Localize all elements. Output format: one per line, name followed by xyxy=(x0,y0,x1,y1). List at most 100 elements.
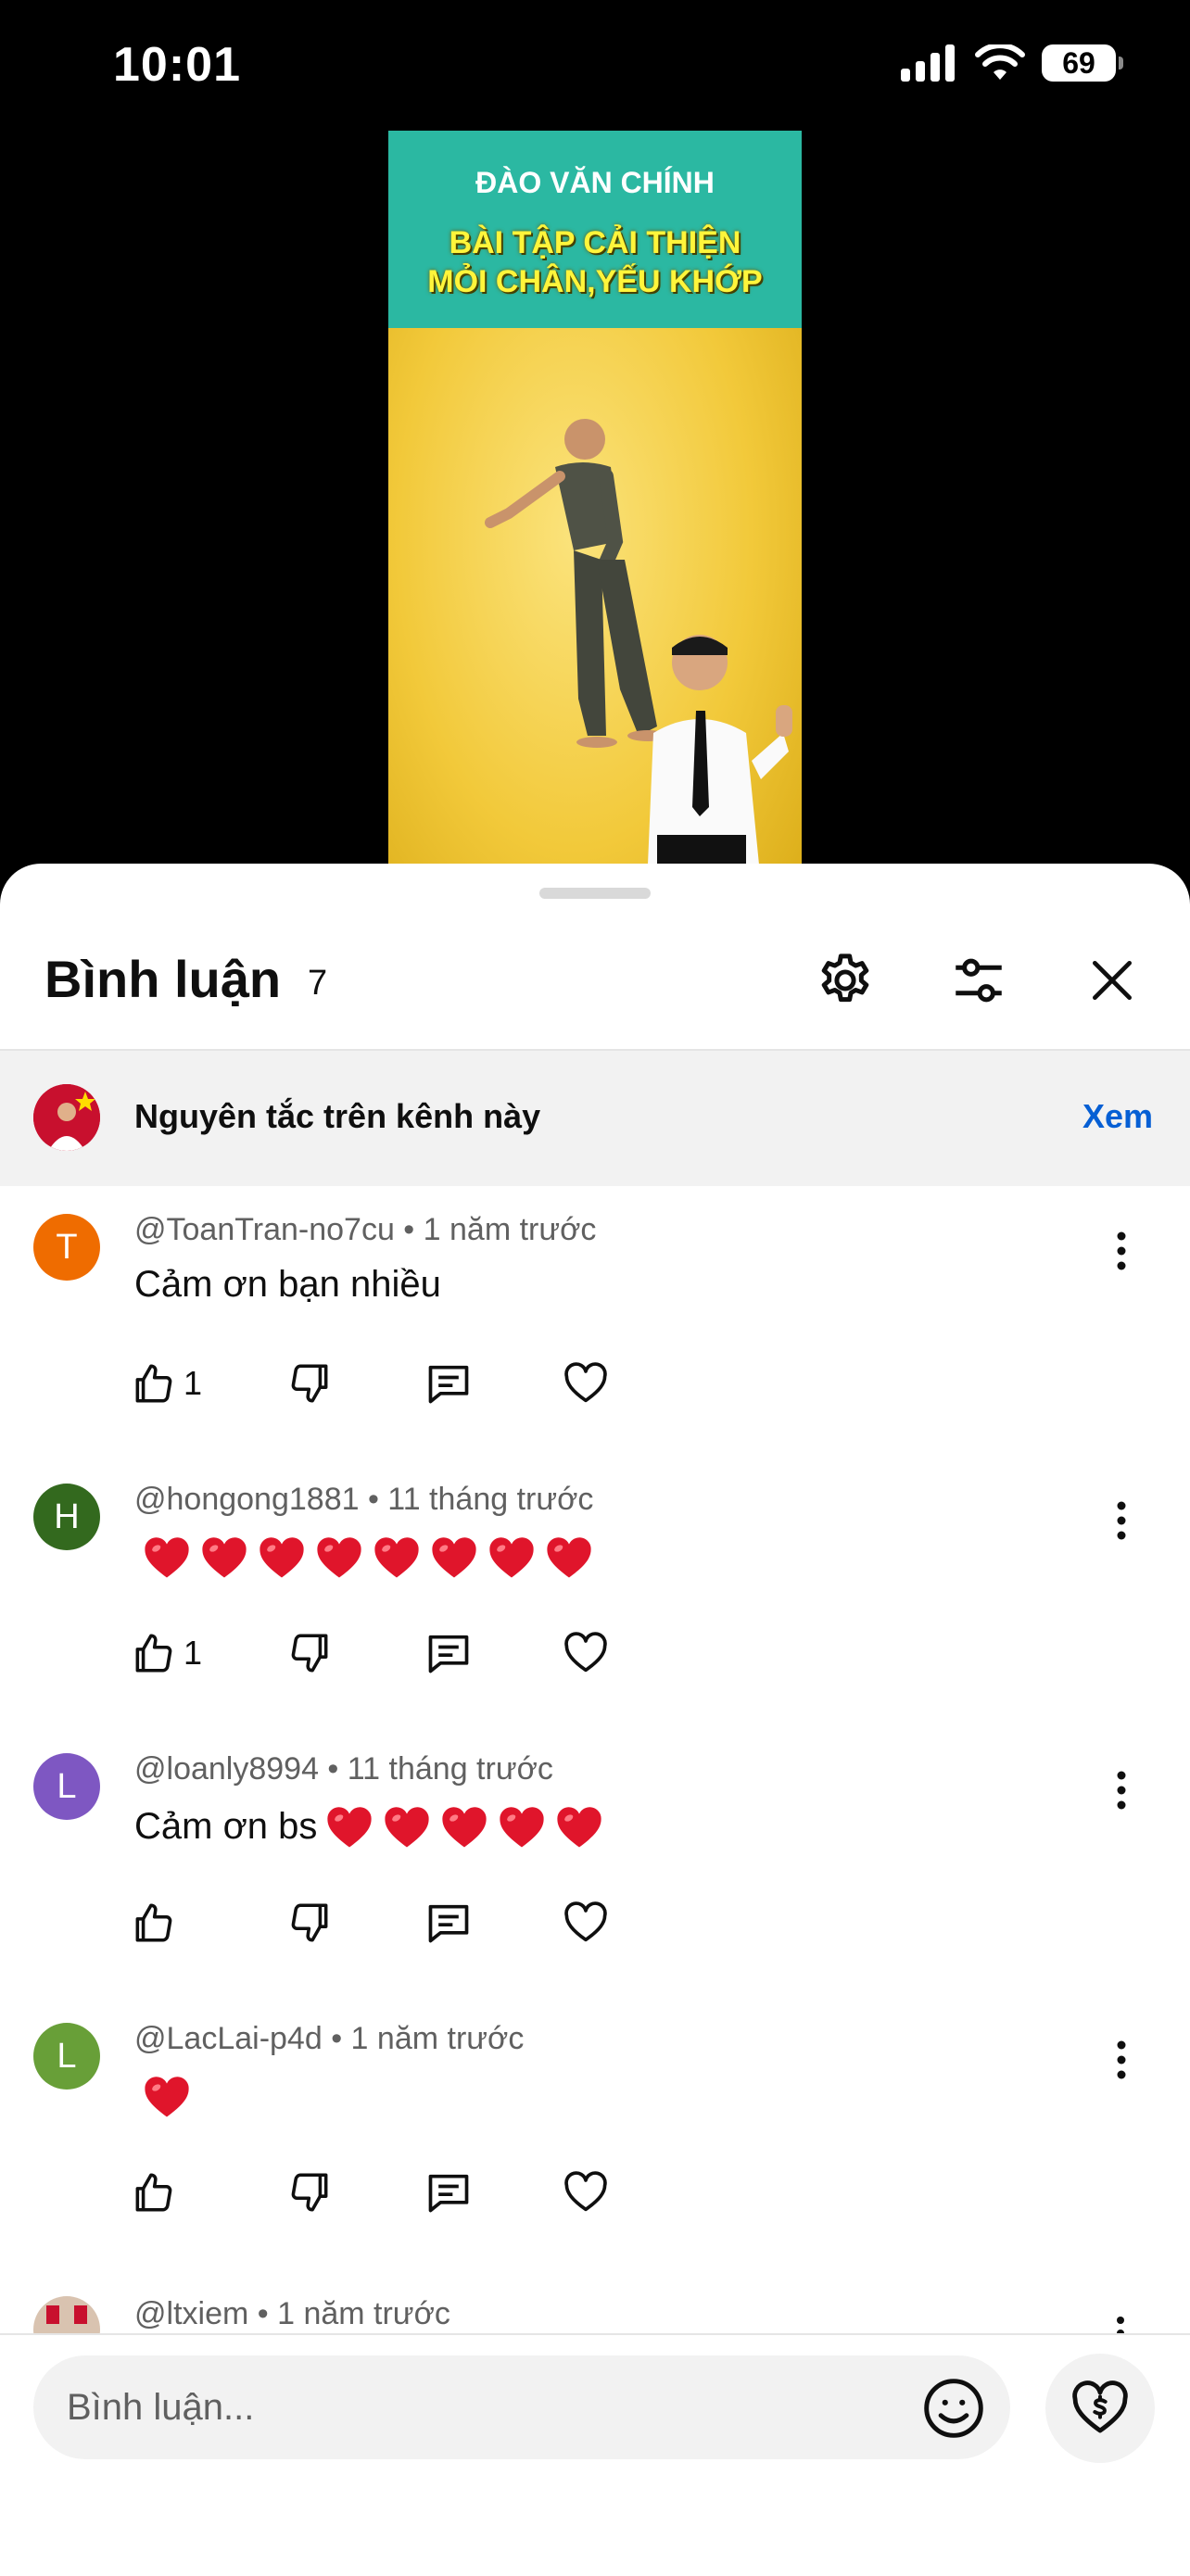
heart-button[interactable] xyxy=(562,1351,610,1416)
commenter-avatar[interactable]: L xyxy=(33,1753,100,1820)
commenter-avatar[interactable]: T xyxy=(33,1214,100,1281)
avatar-initial: H xyxy=(54,1497,80,1536)
comment-text xyxy=(134,2073,192,2119)
comment-author-time[interactable]: @hongong1881 • 11 tháng trước xyxy=(134,1482,593,1518)
video-channel-name: ĐÀO VĂN CHÍNH xyxy=(475,166,715,199)
commenter-avatar[interactable]: L xyxy=(33,2023,100,2090)
reply-icon xyxy=(428,1904,469,1943)
comment-actions: 1 xyxy=(130,1621,686,1686)
comments-title: Bình luận xyxy=(44,950,282,1008)
sliders-icon xyxy=(956,958,1002,1003)
comment-item: L @loanly8994 • 11 tháng trước Cảm ơn bs xyxy=(0,1725,1190,1994)
red-heart-emoji xyxy=(145,2077,189,2117)
dislike-button[interactable] xyxy=(287,1351,334,1416)
reply-icon xyxy=(428,1365,469,1404)
comment-author-time[interactable]: @LacLai-p4d • 1 năm trước xyxy=(134,2021,524,2057)
thumb-up-icon xyxy=(135,1634,172,1673)
reply-button[interactable] xyxy=(424,1351,473,1416)
red-heart-emoji xyxy=(547,1537,591,1578)
comment-more-button[interactable] xyxy=(1098,1493,1145,1548)
video-title-line1: BÀI TẬP CẢI THIỆN xyxy=(449,225,741,260)
heart-button[interactable] xyxy=(562,2160,610,2225)
guidelines-text: Nguyên tắc trên kênh này xyxy=(134,1097,541,1135)
comment-item: T @ToanTran-no7cu • 1 năm trước Cảm ơn bạn… xyxy=(0,1186,1190,1455)
like-button[interactable] xyxy=(130,1890,184,1955)
settings-button[interactable] xyxy=(808,943,882,1017)
partial-comment: @ltxiem • 1 năm trước xyxy=(0,2296,1190,2333)
avatar-initial: T xyxy=(56,1228,78,1267)
comment-text: Cảm ơn bs xyxy=(134,1803,604,1850)
comment-item: H @hongong1881 • 11 tháng trước 1 xyxy=(0,1456,1190,1724)
channel-guidelines-banner[interactable]: Nguyên tắc trên kênh này Xem xyxy=(0,1051,1190,1186)
reply-button[interactable] xyxy=(424,1621,473,1686)
heart-button[interactable] xyxy=(562,1621,610,1686)
red-heart-emoji xyxy=(557,1807,602,1848)
video-title-banner: ĐÀO VĂN CHÍNH BÀI TẬP CẢI THIỆN MỎI CHÂN… xyxy=(388,131,802,328)
battery-indicator: 69 xyxy=(1042,44,1123,82)
channel-avatar xyxy=(33,1084,100,1151)
comment-more-button[interactable] xyxy=(1098,2032,1145,2088)
comment-actions xyxy=(130,1890,686,1955)
super-thanks-icon xyxy=(1072,2380,1128,2433)
thumb-down-icon xyxy=(291,1634,328,1673)
heart-icon xyxy=(564,1901,607,1942)
drag-handle[interactable] xyxy=(539,888,651,899)
thumb-down-icon xyxy=(291,1903,328,1942)
reply-icon xyxy=(428,2174,469,2213)
more-vert-icon[interactable] xyxy=(1113,2313,1128,2333)
comment-more-button[interactable] xyxy=(1098,1223,1145,1279)
sort-filter-button[interactable] xyxy=(942,943,1016,1017)
like-button[interactable]: 1 xyxy=(130,1351,202,1416)
heart-icon xyxy=(564,2171,607,2212)
guidelines-view-link[interactable]: Xem xyxy=(1082,1097,1153,1136)
comment-author-time[interactable]: @ToanTran-no7cu • 1 năm trước xyxy=(134,1212,596,1248)
status-icons: 69 xyxy=(901,44,1123,82)
more-vert-icon xyxy=(1117,1231,1126,1270)
comment-actions: 1 xyxy=(130,1351,686,1416)
signal-icon xyxy=(901,44,955,82)
red-heart-emoji xyxy=(500,1807,545,1848)
more-vert-icon xyxy=(1117,1501,1126,1540)
heart-icon xyxy=(564,1362,607,1403)
gear-icon xyxy=(821,953,869,1003)
comment-input[interactable]: Bình luận... xyxy=(33,2355,1010,2459)
red-heart-emoji xyxy=(145,1537,189,1578)
dislike-button[interactable] xyxy=(287,1621,334,1686)
thumb-up-icon xyxy=(135,1903,172,1942)
avatar-initial: L xyxy=(57,2037,77,2076)
red-heart-emoji xyxy=(374,1537,419,1578)
like-button[interactable]: 1 xyxy=(130,1621,202,1686)
reply-button[interactable] xyxy=(424,2160,473,2225)
emoji-icon xyxy=(924,2379,983,2438)
dislike-button[interactable] xyxy=(287,2160,334,2225)
red-heart-emoji xyxy=(202,1537,247,1578)
thumb-down-icon xyxy=(291,1364,328,1403)
like-button[interactable] xyxy=(130,2160,184,2225)
close-button[interactable] xyxy=(1075,943,1149,1017)
emoji-button[interactable] xyxy=(919,2374,988,2443)
dislike-button[interactable] xyxy=(287,1890,334,1955)
comment-author-time[interactable]: @loanly8994 • 11 tháng trước xyxy=(134,1751,553,1787)
reply-button[interactable] xyxy=(424,1890,473,1955)
like-count: 1 xyxy=(184,1364,203,1402)
thumb-up-icon xyxy=(135,2173,172,2212)
heart-button[interactable] xyxy=(562,1890,610,1955)
comment-text xyxy=(134,1534,594,1580)
thumb-up-icon xyxy=(135,1364,172,1403)
red-heart-emoji xyxy=(442,1807,487,1848)
comments-count: 7 xyxy=(308,964,328,1003)
commenter-avatar[interactable]: H xyxy=(33,1484,100,1550)
comment-actions xyxy=(130,2160,686,2225)
video-title: BÀI TẬP CẢI THIỆN MỎI CHÂN,YẾU KHỚP xyxy=(388,223,802,301)
comment-body: Cảm ơn bạn nhiều xyxy=(134,1264,441,1305)
super-thanks-button[interactable] xyxy=(1045,2354,1155,2463)
avatar-initial: L xyxy=(57,1767,77,1806)
red-heart-emoji xyxy=(489,1537,534,1578)
wifi-icon xyxy=(975,44,1025,80)
comment-more-button[interactable] xyxy=(1098,1762,1145,1818)
close-icon xyxy=(1093,961,1132,1000)
comment-body: Cảm ơn bs xyxy=(134,1805,318,1847)
video-player[interactable]: ĐÀO VĂN CHÍNH BÀI TẬP CẢI THIỆN MỎI CHÂN… xyxy=(388,131,802,865)
video-title-line2: MỎI CHÂN,YẾU KHỚP xyxy=(427,264,763,299)
thumb-down-icon xyxy=(291,2173,328,2212)
